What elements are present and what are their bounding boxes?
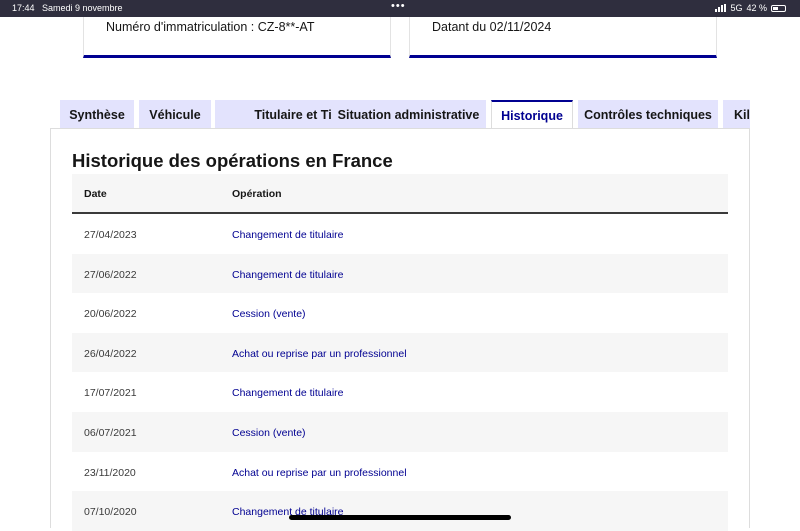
tab-kilometrage[interactable]: Kilométrage	[723, 100, 750, 129]
tab-historique[interactable]: Historique	[491, 100, 573, 129]
history-table-body: 27/04/2023 Changement de titulaire 27/06…	[72, 214, 728, 531]
status-date: Samedi 9 novembre	[42, 3, 123, 13]
status-time: 17:44	[12, 3, 35, 13]
table-row: 06/07/2021 Cession (vente)	[72, 411, 728, 452]
operation-link[interactable]: Changement de titulaire	[232, 269, 344, 281]
row-date: 20/06/2022	[84, 308, 137, 321]
operation-link[interactable]: Changement de titulaire	[232, 387, 344, 399]
page-title: Historique des opérations en France	[72, 150, 393, 171]
row-date: 27/06/2022	[84, 268, 137, 281]
row-date: 17/07/2021	[84, 387, 137, 400]
row-date: 26/04/2022	[84, 347, 137, 360]
row-date: 27/04/2023	[84, 229, 137, 241]
battery-icon	[771, 4, 786, 12]
row-date: 07/10/2020	[84, 506, 137, 519]
table-row: 27/04/2023 Changement de titulaire	[72, 214, 728, 254]
table-row: 20/06/2022 Cession (vente)	[72, 293, 728, 333]
registration-number: Numéro d'immatriculation : CZ-8**-AT	[106, 20, 315, 34]
operation-link[interactable]: Achat ou reprise par un professionnel	[232, 467, 407, 479]
column-header-date: Date	[84, 188, 107, 200]
network-label: 5G	[730, 3, 743, 13]
row-date: 06/07/2021	[84, 426, 137, 439]
table-row: 17/07/2021 Changement de titulaire	[72, 372, 728, 412]
signal-icon	[715, 4, 727, 12]
operation-link[interactable]: Cession (vente)	[232, 427, 306, 439]
table-row: 26/04/2022 Achat ou reprise par un profe…	[72, 332, 728, 373]
table-row: 27/06/2022 Changement de titulaire	[72, 253, 728, 294]
status-bar: 17:44 Samedi 9 novembre ••• 5G 42 %	[0, 0, 800, 17]
multitasking-dots-icon[interactable]: •••	[391, 0, 406, 12]
column-header-operation: Opération	[232, 188, 282, 200]
tab-list: Synthèse Véhicule Titulaire et Titre Sit…	[60, 100, 750, 129]
dated-label: Datant du 02/11/2024	[432, 20, 552, 34]
date-card: Datant du 02/11/2024	[409, 17, 717, 58]
status-indicators: 5G 42 %	[715, 3, 786, 13]
tab-synthese[interactable]: Synthèse	[60, 100, 134, 129]
row-date: 23/11/2020	[84, 466, 136, 479]
tab-vehicule[interactable]: Véhicule	[139, 100, 211, 129]
table-header: Date Opération	[72, 174, 728, 214]
registration-card: Numéro d'immatriculation : CZ-8**-AT	[83, 17, 391, 58]
operation-link[interactable]: Changement de titulaire	[232, 229, 344, 241]
tab-situation-administrative[interactable]: Situation administrative	[331, 100, 486, 129]
tab-controles-techniques[interactable]: Contrôles techniques	[578, 100, 718, 129]
operation-link[interactable]: Achat ou reprise par un professionnel	[232, 348, 407, 360]
battery-label: 42 %	[746, 3, 767, 13]
home-indicator[interactable]	[289, 515, 511, 520]
operation-link[interactable]: Cession (vente)	[232, 308, 306, 320]
table-row: 23/11/2020 Achat ou reprise par un profe…	[72, 452, 728, 492]
